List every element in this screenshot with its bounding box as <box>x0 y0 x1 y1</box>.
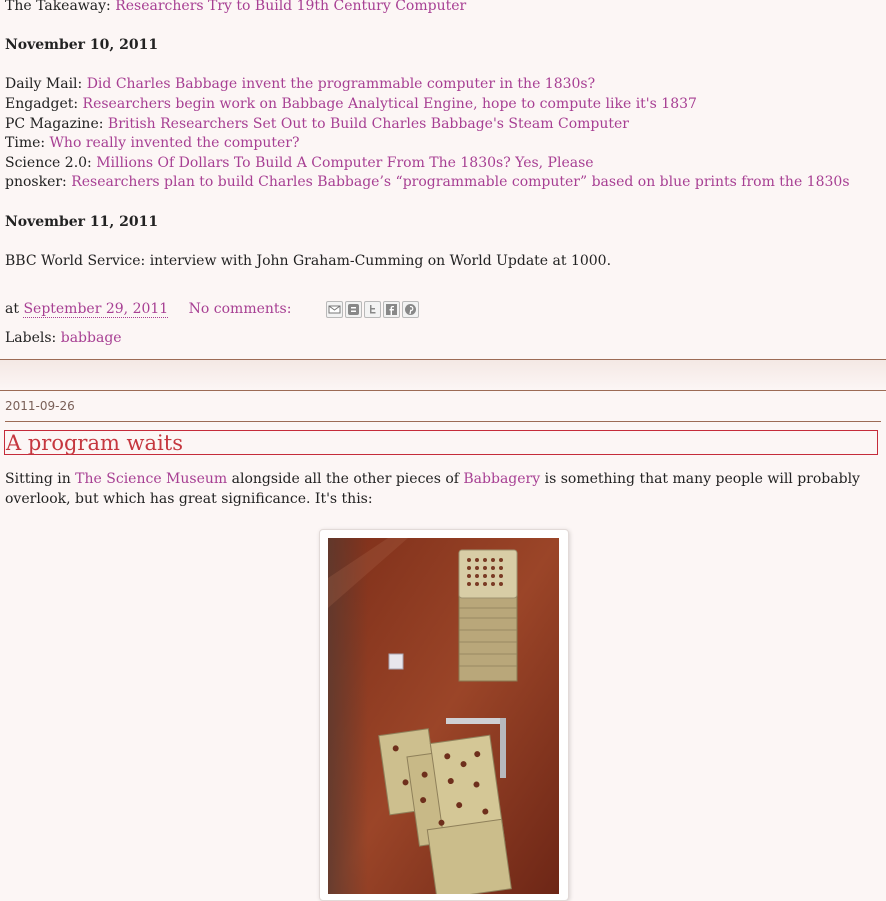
science-museum-link[interactable]: The Science Museum <box>75 471 227 487</box>
punched-cards-photo[interactable] <box>328 538 559 894</box>
article-link[interactable]: Who really invented the computer? <box>50 135 300 151</box>
date-heading-nov10: November 10, 2011 <box>5 37 159 53</box>
press-entry: PC Magazine: British Researchers Set Out… <box>5 115 629 133</box>
article-link[interactable]: Researchers Try to Build 19th Century Co… <box>115 0 466 14</box>
body-text: alongside all the other pieces of <box>227 471 464 487</box>
press-entry: Science 2.0: Millions Of Dollars To Buil… <box>5 154 594 172</box>
pinterest-icon[interactable] <box>401 300 419 318</box>
post-divider <box>0 390 886 391</box>
twitter-icon[interactable] <box>363 300 381 318</box>
body-text: Sitting in <box>5 471 76 487</box>
source-label: Daily Mail: <box>5 76 87 92</box>
babbagery-link[interactable]: Babbagery <box>463 471 540 487</box>
source-label: PC Magazine: <box>5 116 108 132</box>
source-label: Engadget: <box>5 96 83 112</box>
post-photo-frame[interactable] <box>319 529 569 901</box>
post-separator-band <box>0 360 886 390</box>
article-link[interactable]: Did Charles Babbage invent the programma… <box>87 76 595 92</box>
label-link[interactable]: babbage <box>61 330 122 346</box>
date-header-rule <box>5 421 881 422</box>
press-entry: Time: Who really invented the computer? <box>5 134 300 152</box>
post-timestamp-link[interactable]: September 29, 2011 <box>23 301 169 318</box>
article-link[interactable]: Researchers begin work on Babbage Analyt… <box>83 96 697 112</box>
email-icon[interactable] <box>325 300 343 318</box>
source-label: Time: <box>5 135 50 151</box>
press-entry: Daily Mail: Did Charles Babbage invent t… <box>5 75 595 93</box>
comments-link[interactable]: No comments: <box>189 301 292 317</box>
post-body-line2: overlook, but which has great significan… <box>5 491 373 507</box>
source-label: Science 2.0: <box>5 155 97 171</box>
date-heading-nov11: November 11, 2011 <box>5 214 159 230</box>
post-labels: Labels: babbage <box>5 329 122 347</box>
body-text: is something that many people will proba… <box>540 471 860 487</box>
bbc-text: BBC World Service: interview with John G… <box>5 253 612 269</box>
source-label: pnosker: <box>5 174 72 190</box>
date-header: 2011-09-26 <box>5 399 75 413</box>
post-title-text[interactable]: A program waits <box>6 431 183 455</box>
post-footer: at September 29, 2011 No comments: <box>5 300 421 318</box>
labels-prefix: Labels: <box>5 330 61 346</box>
article-link[interactable]: Researchers plan to build Charles Babbag… <box>71 174 849 190</box>
source-label: The Takeaway: <box>5 0 116 14</box>
takeaway-line: The Takeaway: Researchers Try to Build 1… <box>5 0 466 15</box>
facebook-icon[interactable] <box>382 300 400 318</box>
press-entry: pnosker: Researchers plan to build Charl… <box>5 173 850 191</box>
share-buttons <box>325 300 421 318</box>
post-title[interactable]: A program waits <box>4 430 878 455</box>
press-entry: Engadget: Researchers begin work on Babb… <box>5 95 697 113</box>
post-body-line1: Sitting in The Science Museum alongside … <box>5 470 860 488</box>
at-label: at <box>5 301 24 317</box>
article-link[interactable]: Millions Of Dollars To Build A Computer … <box>96 155 593 171</box>
article-link[interactable]: British Researchers Set Out to Build Cha… <box>108 116 629 132</box>
blogger-icon[interactable] <box>344 300 362 318</box>
